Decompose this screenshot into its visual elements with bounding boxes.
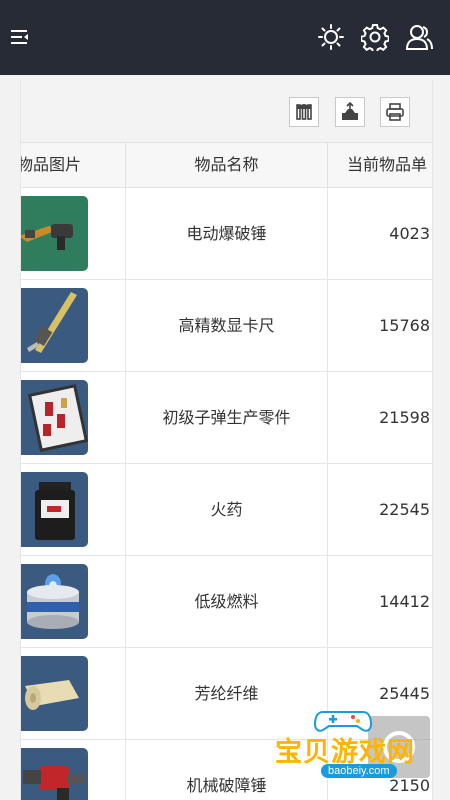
settings-button[interactable] bbox=[357, 19, 393, 55]
item-image-low-grade-fuel bbox=[21, 564, 88, 639]
user-button[interactable] bbox=[401, 19, 437, 55]
user-icon bbox=[405, 25, 433, 50]
item-price: 14412 bbox=[379, 592, 430, 611]
gear-icon bbox=[361, 24, 389, 51]
item-name: 火药 bbox=[210, 500, 243, 519]
table-header: 物品图片 物品名称 当前物品单 bbox=[21, 143, 432, 188]
table-toolbar bbox=[21, 80, 432, 143]
item-name: 初级子弹生产零件 bbox=[162, 408, 291, 427]
watermark-logo: 宝贝游戏网 baobeiy.com bbox=[275, 704, 425, 784]
menu-collapse-icon bbox=[11, 30, 28, 44]
table-row[interactable]: 电动爆破锤 4023 bbox=[21, 188, 432, 280]
item-name: 高精数显卡尺 bbox=[178, 316, 275, 335]
menu-button[interactable] bbox=[2, 19, 38, 55]
table-row[interactable]: 高精数显卡尺 15768 bbox=[21, 280, 432, 372]
column-header-image[interactable]: 物品图片 bbox=[21, 143, 117, 187]
column-header-price[interactable]: 当前物品单 bbox=[347, 143, 432, 187]
item-image-gunpowder bbox=[21, 472, 88, 547]
item-image-bullet-parts bbox=[21, 380, 88, 455]
columns-button[interactable] bbox=[289, 97, 319, 127]
item-price: 22545 bbox=[379, 500, 430, 519]
watermark-url: baobeiy.com bbox=[321, 764, 397, 778]
item-price: 21598 bbox=[379, 408, 430, 427]
table-card: 物品图片 物品名称 当前物品单 电动爆破锤 4023 高精数显卡尺 15768 … bbox=[20, 80, 433, 800]
print-button[interactable] bbox=[380, 97, 410, 127]
item-image-aramid-fiber bbox=[21, 656, 88, 731]
sun-icon bbox=[318, 24, 344, 50]
theme-button[interactable] bbox=[313, 19, 349, 55]
table-row[interactable]: 火药 22545 bbox=[21, 464, 432, 556]
item-price: 4023 bbox=[389, 224, 430, 243]
item-name: 低级燃料 bbox=[194, 592, 259, 611]
item-image-electric-breaching-hammer bbox=[21, 196, 88, 271]
table-row[interactable]: 初级子弹生产零件 21598 bbox=[21, 372, 432, 464]
item-image-digital-caliper bbox=[21, 288, 88, 363]
item-price: 15768 bbox=[379, 316, 430, 335]
table-row[interactable]: 低级燃料 14412 bbox=[21, 556, 432, 648]
item-name: 电动爆破锤 bbox=[186, 224, 267, 243]
export-button[interactable] bbox=[335, 97, 365, 127]
export-icon bbox=[342, 102, 358, 120]
item-image-mechanical-breaching-hammer bbox=[21, 748, 88, 800]
columns-icon bbox=[296, 104, 312, 120]
top-bar bbox=[0, 0, 450, 75]
print-icon bbox=[386, 103, 404, 121]
column-header-name[interactable]: 物品名称 bbox=[126, 143, 327, 187]
